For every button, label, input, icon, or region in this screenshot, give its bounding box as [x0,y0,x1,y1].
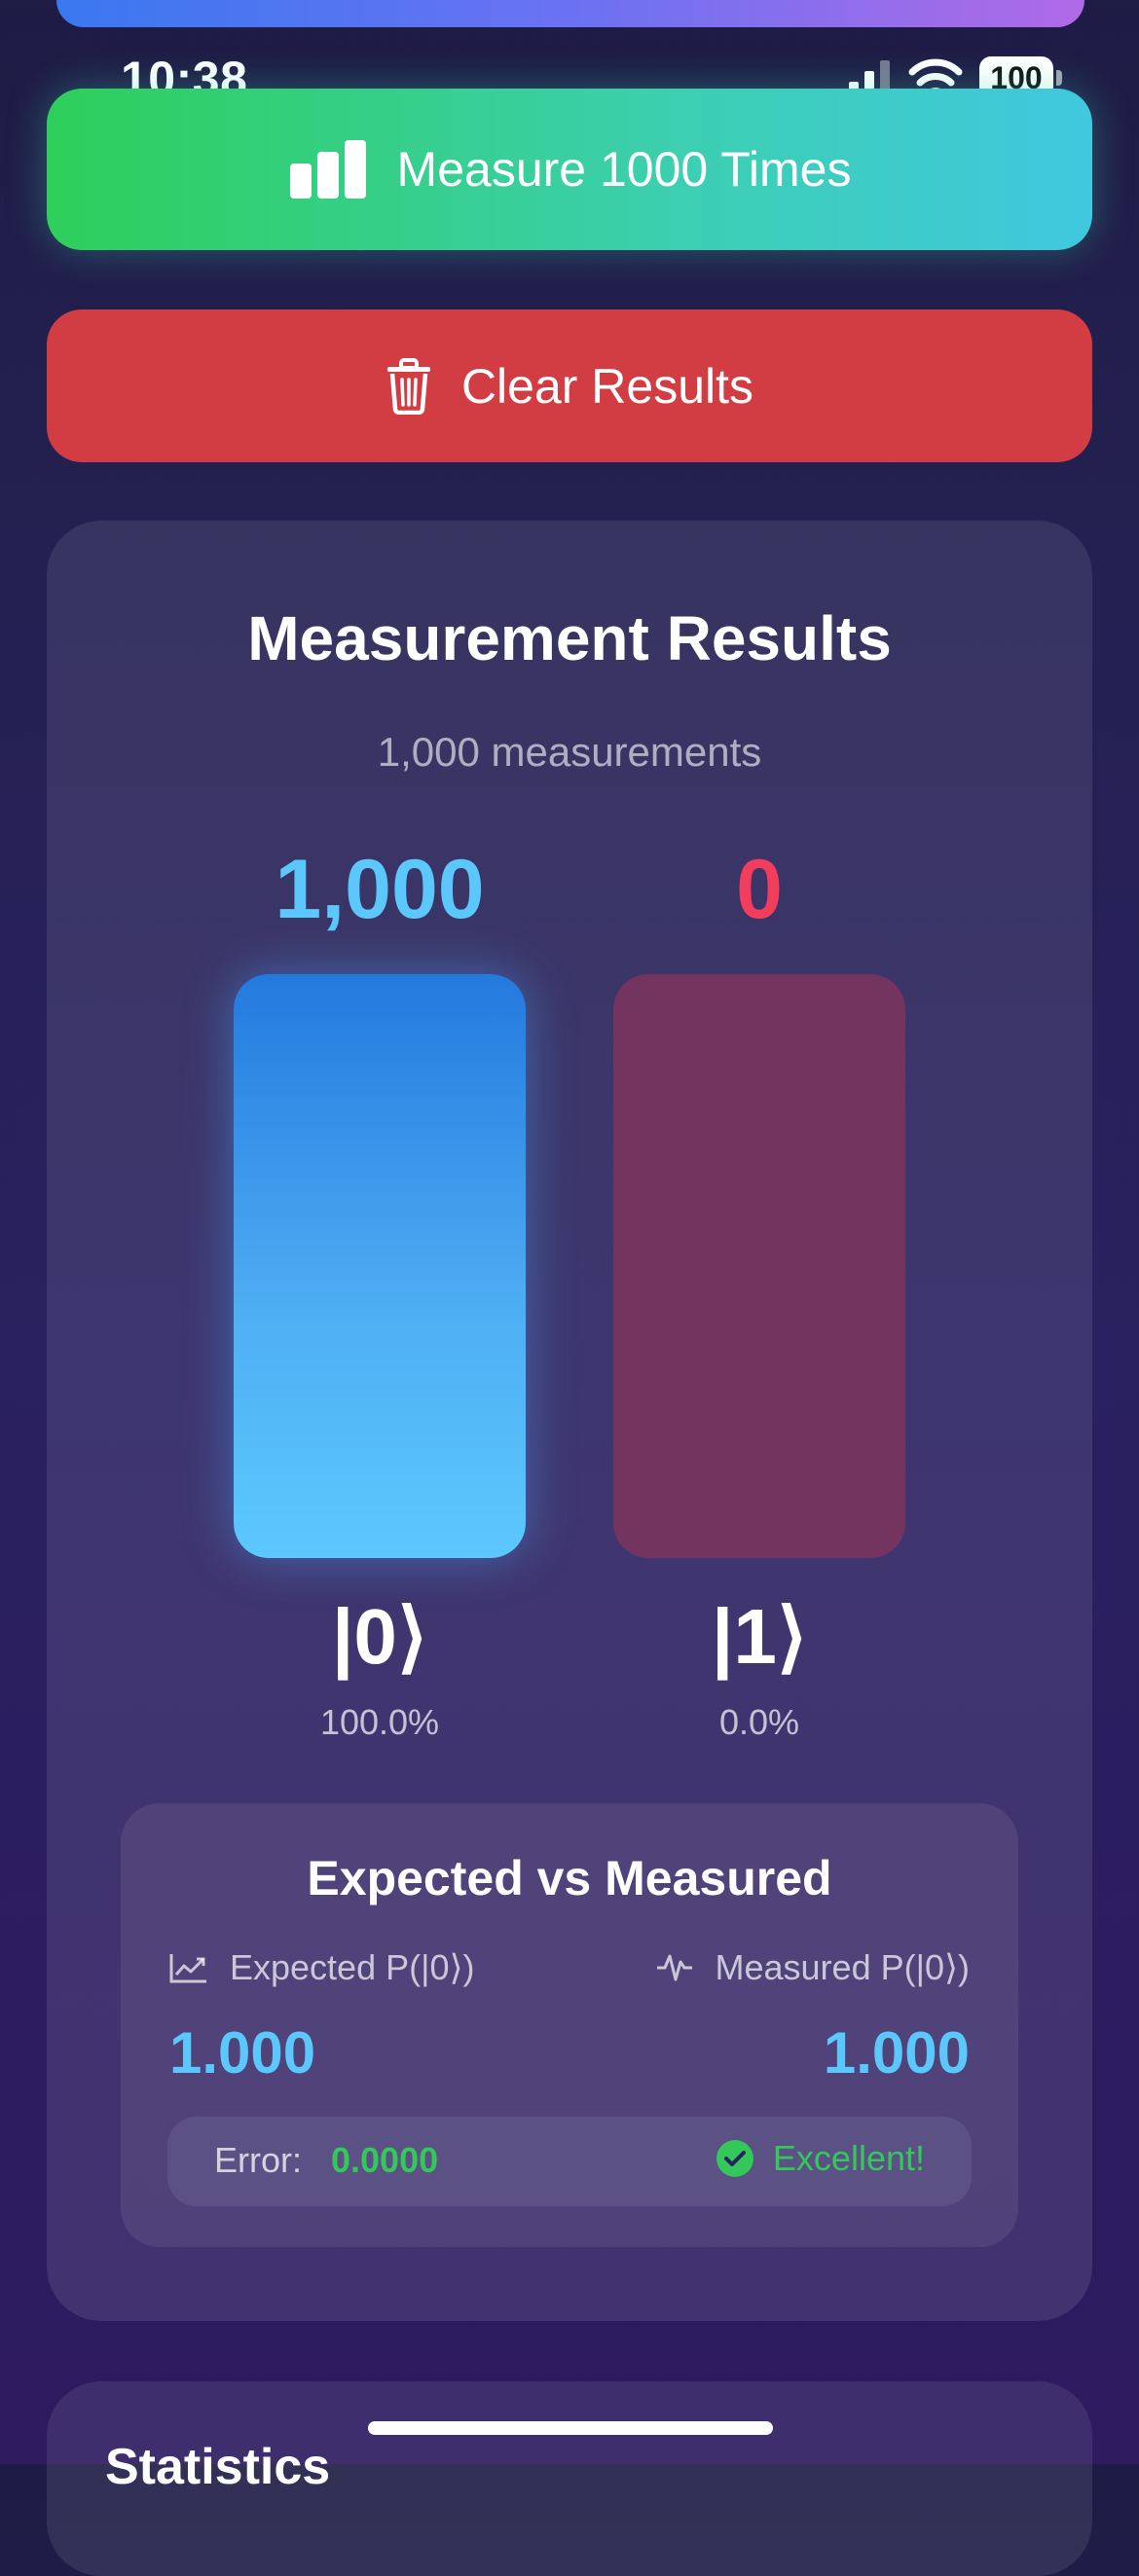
measured-value: 1.000 [823,2020,970,2086]
state-0-count: 1,000 [275,843,485,936]
measure-1000-button[interactable]: Measure 1000 Times [47,89,1092,250]
state-0-label: |0⟩ [331,1593,428,1680]
top-glow-bar [56,0,1084,27]
home-indicator[interactable] [368,2421,773,2435]
chart-bar-icon [289,140,366,199]
error-value: 0.0000 [331,2140,439,2180]
expected-label: Expected P(|0⟩) [230,1947,475,1987]
trash-icon [386,357,430,415]
expected-vs-measured-panel: Expected vs Measured Expected P(|0⟩) Mea… [121,1803,1018,2247]
state-1-percent: 0.0% [718,1702,800,1742]
results-subtitle: 1,000 measurements [377,729,762,775]
clear-results-button[interactable]: Clear Results [47,309,1092,462]
chart-line-icon [169,1954,206,1983]
quality-status: Excellent! [716,2138,925,2179]
expected-value: 1.000 [169,2020,316,2086]
state-1-bar [613,974,905,1558]
statistics-card: Statistics [47,2381,1092,2576]
checkmark-circle-icon [716,2140,753,2177]
clear-button-label: Clear Results [460,358,754,414]
comparison-title: Expected vs Measured [307,1851,832,1905]
expected-label-group: Expected P(|0⟩) [169,1947,475,1988]
measurement-results-card: Measurement Results 1,000 measurements 1… [47,521,1092,2321]
state-1-label: |1⟩ [711,1593,808,1680]
error-label: Error: [214,2140,302,2180]
measure-button-label: Measure 1000 Times [396,142,852,197]
error-summary: Error: 0.0000 Excellent! [167,2117,972,2206]
measured-label-group: Measured P(|0⟩) [655,1947,971,1988]
state-1-count: 0 [736,843,783,936]
measured-label: Measured P(|0⟩) [715,1947,971,1987]
statistics-title: Statistics [105,2439,331,2495]
quality-status-label: Excellent! [772,2138,925,2178]
state-0-percent: 100.0% [319,1702,440,1742]
waveform-icon [656,1954,692,1981]
results-title: Measurement Results [247,603,892,673]
state-0-bar [234,974,526,1558]
